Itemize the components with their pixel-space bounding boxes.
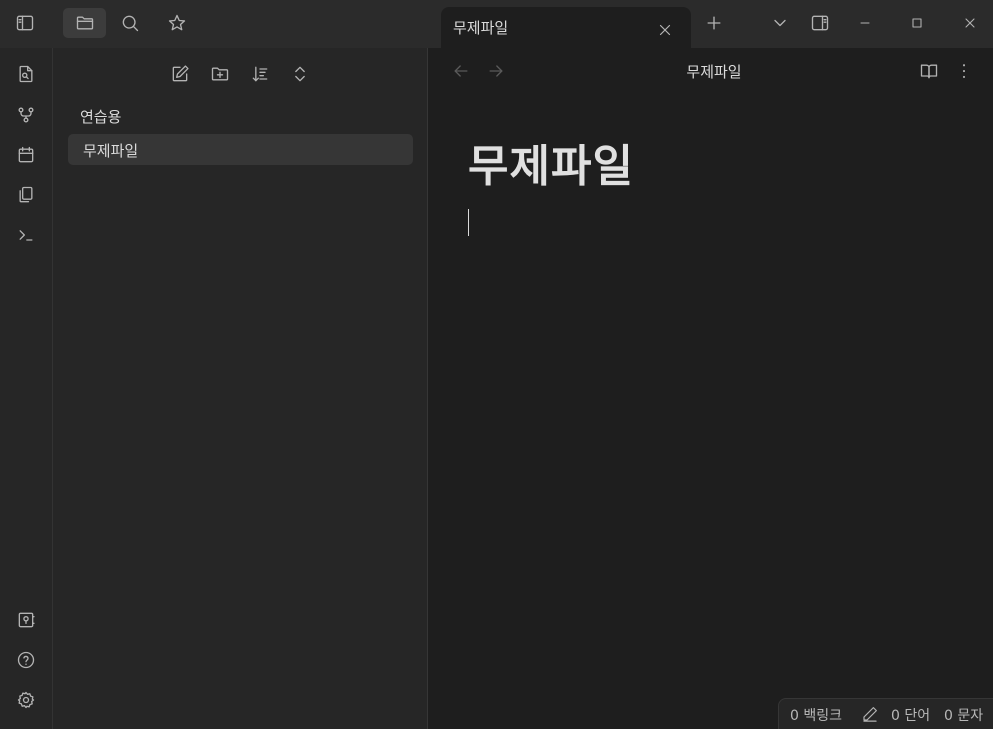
status-backlinks[interactable]: 0 백링크: [790, 705, 842, 725]
close-icon[interactable]: [645, 15, 685, 45]
plus-icon[interactable]: [694, 8, 734, 38]
search-icon[interactable]: [110, 8, 150, 38]
view-header-title[interactable]: 무제파일: [428, 61, 993, 82]
file-item[interactable]: 무제파일: [68, 134, 413, 165]
note-title[interactable]: 무제파일: [468, 130, 634, 194]
calendar-icon[interactable]: [6, 139, 46, 171]
folder-title[interactable]: 연습용: [80, 106, 121, 127]
title-bar: 무제파일: [0, 0, 993, 48]
ribbon: [0, 48, 53, 729]
folder-icon[interactable]: [63, 8, 106, 38]
file-explorer: 연습용 무제파일: [53, 48, 428, 729]
file-search-icon[interactable]: [6, 58, 46, 90]
vault-icon[interactable]: [6, 604, 46, 636]
terminal-icon[interactable]: [6, 219, 46, 251]
maximize-icon[interactable]: [897, 8, 937, 38]
chevron-down-icon[interactable]: [760, 8, 800, 38]
more-vertical-icon[interactable]: [949, 56, 979, 86]
status-char-count: 0 문자: [944, 708, 984, 724]
graph-icon[interactable]: [6, 99, 46, 131]
star-icon[interactable]: [157, 8, 197, 38]
collapse-icon[interactable]: [284, 59, 316, 89]
settings-icon[interactable]: [6, 684, 46, 716]
text-cursor: [468, 209, 469, 236]
book-open-icon[interactable]: [914, 56, 944, 86]
status-word-count: 0 단어: [891, 708, 931, 724]
copy-icon[interactable]: [6, 179, 46, 211]
status-bar: 0 백링크 0 단어 0 문자: [778, 698, 993, 729]
help-icon[interactable]: [6, 644, 46, 676]
file-item-label: 무제파일: [83, 142, 139, 160]
tab-title: 무제파일: [453, 19, 509, 37]
minimize-icon[interactable]: [845, 8, 885, 38]
new-folder-icon[interactable]: [204, 59, 236, 89]
tab-active[interactable]: 무제파일: [441, 7, 691, 48]
new-note-icon[interactable]: [164, 59, 196, 89]
pencil-icon[interactable]: [859, 703, 881, 725]
window-close-icon[interactable]: [950, 8, 990, 38]
sort-icon[interactable]: [244, 59, 276, 89]
sidebar-toggle-icon[interactable]: [5, 8, 45, 38]
sidebar-right-icon[interactable]: [800, 8, 840, 38]
editor-pane: 무제파일 무제파일: [428, 48, 993, 729]
